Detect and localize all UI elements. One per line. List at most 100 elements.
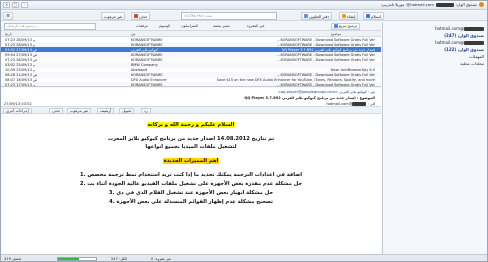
filter-starred[interactable]: مميز بنجمة	[213, 24, 230, 28]
delete-icon	[134, 14, 138, 18]
folder-trash[interactable]: المهملات	[469, 54, 484, 59]
row-date: 07:23 م 28/09/13	[5, 37, 36, 42]
body-line-1: تم بتاريخ 14.08.2012 اصدار جديد من برنام…	[107, 136, 275, 142]
preview-action-bar: إجراءات أخرى حذف غير مرغوب أرشيف تحويل ر…	[1, 106, 381, 114]
preview-subject: الموضوع : إصدار جديد من برنامج كيوكيو بل…	[244, 96, 375, 100]
row-date: 07:23 م 17/09/13	[5, 82, 36, 87]
row-subject: KORANSOFTWARE - Download Software Gratis…	[277, 82, 375, 87]
preview-from: من : كيوكيو بلاير للعربي <qq-player@goog…	[277, 90, 375, 94]
row-subject: KORANSOFTWARE - Download Software Gratis…	[277, 52, 375, 57]
filter-unread[interactable]: غير المقروء	[247, 24, 265, 28]
filter-bar: ترشيح هذه الرسائل... مرفقات الوسوم المتر…	[1, 22, 381, 31]
menu-button[interactable]: ≡	[3, 12, 14, 20]
more-actions-button[interactable]: إجراءات أخرى	[3, 107, 32, 114]
row-from: DFX Audio Enhancer	[131, 77, 167, 82]
progress-fill	[58, 258, 79, 260]
thunderbird-window: ✕ □ – موزيلا ثاندربيرد @hotmail.com صندو…	[0, 0, 488, 262]
progress-bar	[57, 257, 97, 261]
filter-contacts[interactable]: المتراسلون	[181, 24, 198, 28]
folder-account-1[interactable]: @hotmail.com	[435, 26, 484, 31]
window-controls: ✕ □ –	[3, 2, 28, 8]
row-date: 08:28 ص 21/09/13	[5, 72, 38, 77]
row-from: KORANSOFTWARE	[131, 72, 163, 77]
preview-delete-button[interactable]: حذف	[49, 107, 64, 114]
body-feature-3: 3. حل مشكلة انهيار بعض الأجهزة عند تشغيل…	[108, 190, 274, 196]
row-from: KORANSOFTWARE	[131, 42, 163, 47]
column-date[interactable]: تاريخ	[5, 32, 12, 36]
filter-search-input[interactable]: ترشيح هذه الرسائل...	[4, 23, 96, 30]
folder-pane: @hotmail.com صندوق الوارد (247) @hotmail…	[382, 22, 487, 254]
row-from: KORANSOFTWARE	[131, 37, 163, 42]
address-book-button[interactable]: دفتر العناوين	[301, 12, 333, 20]
status-left: تحميل 319	[4, 256, 22, 261]
folder-local[interactable]: مجلدات محلية	[460, 61, 484, 66]
main-toolbar: ≡ <CTRL+K> بحث دفتر العناوين إنشاء استلا…	[1, 11, 487, 21]
menu-icon: ≡	[6, 13, 11, 19]
row-date: 03/02 م 25/09/13	[5, 62, 36, 67]
filter-tags[interactable]: الوسوم	[159, 24, 170, 28]
row-from: KORANSOFTWARE	[131, 57, 163, 62]
preview-archive-button[interactable]: أرشيف	[97, 107, 115, 114]
close-icon[interactable]: ✕	[3, 2, 10, 8]
account-suffix: @hotmail.com	[406, 2, 434, 7]
folder-name: صندوق الوارد	[455, 2, 477, 7]
row-subject: إصدار جديد من برنامج كيوكيو بلاير للعربي…	[281, 47, 375, 52]
minimize-icon[interactable]: –	[21, 2, 28, 8]
maximize-icon[interactable]: □	[12, 2, 19, 8]
global-search-input[interactable]: <CTRL+K> بحث	[181, 12, 277, 20]
folder-inbox-1[interactable]: صندوق الوارد (247)	[444, 33, 484, 38]
title-text: موزيلا ثاندربيرد @hotmail.com صندوق الوا…	[381, 2, 484, 7]
filter-toggle-button[interactable]: ترشيح سريع	[331, 22, 360, 30]
filter-attachments[interactable]: مرفقات	[136, 24, 148, 28]
row-subject: KORANSOFTWARE - Download Software Gratis…	[277, 57, 375, 62]
get-mail-label: استلام	[371, 13, 381, 19]
delete-label: حذف	[139, 13, 148, 19]
table-row[interactable]: 07:23 م 17/09/13 KORANSOFTWARE KORANSOFTWA…	[1, 82, 381, 87]
row-date: 07:23 م 28/09/13	[5, 42, 36, 47]
get-mail-button[interactable]: استلام	[363, 12, 384, 20]
body-feature-1: 1. اضافة في اعدادات الترجمة يمكنك تحديد …	[79, 172, 303, 178]
delete-button[interactable]: حذف	[131, 12, 151, 20]
filter-icon	[334, 24, 338, 29]
body-features-title: اهم المميزات الجديدة	[162, 158, 220, 164]
row-subject: KORANSOFTWARE - Download Software Gratis…	[277, 37, 375, 42]
preview-date: 27/09/13 03:52	[4, 101, 32, 106]
write-label: إنشاء	[347, 13, 356, 19]
folder-account-2[interactable]: @hotmail.com	[435, 40, 484, 45]
filter-toggle-label: ترشيح سريع	[339, 24, 357, 29]
junk-button[interactable]: غير مرغوب	[101, 12, 126, 20]
column-from[interactable]: من	[131, 32, 135, 36]
status-total: الكل: 247	[111, 256, 128, 261]
column-subject[interactable]: موضوع	[331, 32, 341, 36]
download-icon	[366, 14, 370, 18]
row-subject: KORANSOFTWARE - Download Software Gratis…	[277, 72, 375, 77]
preview-reply-button[interactable]: رد	[141, 107, 151, 114]
folder-inbox-2[interactable]: صندوق الوارد (122)	[444, 47, 484, 52]
row-from: KORANSOFTWARE	[131, 52, 163, 57]
app-name: موزيلا ثاندربيرد	[380, 2, 405, 7]
message-list: تاريخ من موضوع 07:23 م 28/09/13 KORANSOFT…	[1, 31, 381, 87]
row-date: 09:54 ص 27/09/13	[5, 52, 38, 57]
row-from: Abelssoft	[131, 67, 148, 72]
row-subject: KORANSOFTWARE - Download Software Gratis…	[277, 42, 375, 47]
junk-label: غير مرغوب	[104, 13, 123, 19]
title-bar: ✕ □ – موزيلا ثاندربيرد @hotmail.com صندو…	[1, 1, 487, 10]
address-book-icon	[304, 14, 308, 18]
row-date: 08:07 ص 18/09/13	[5, 77, 38, 82]
address-book-label: دفتر العناوين	[309, 13, 330, 19]
thunderbird-logo-icon	[479, 2, 484, 7]
row-subject: New: AntiBrowserSpy 6.0	[330, 67, 375, 72]
row-subject: Save $15 on the new DFX Audio Enhancer f…	[216, 77, 375, 82]
row-date: 10:09 م 23/09/13	[5, 67, 36, 72]
row-from: كيوكيو بلاير للعربي	[131, 47, 158, 52]
preview-to: إلى : @hotmail.com	[326, 101, 375, 106]
row-from: BMW Company	[131, 62, 158, 67]
preview-junk-button[interactable]: غير مرغوب	[67, 107, 92, 114]
row-date: 03:52 ص 27/09/13	[5, 47, 38, 52]
write-button[interactable]: إنشاء	[339, 12, 359, 20]
preview-forward-button[interactable]: تحويل	[119, 107, 135, 114]
row-date: 07:23 ص 26/09/13	[5, 57, 38, 62]
row-from: KORANSOFTWARE	[131, 82, 163, 87]
message-preview: من : كيوكيو بلاير للعربي <qq-player@goog…	[1, 88, 381, 254]
body-feature-4: 4. تصحيح مشكلة عدم إظهار القوائم المنسدل…	[109, 199, 273, 205]
